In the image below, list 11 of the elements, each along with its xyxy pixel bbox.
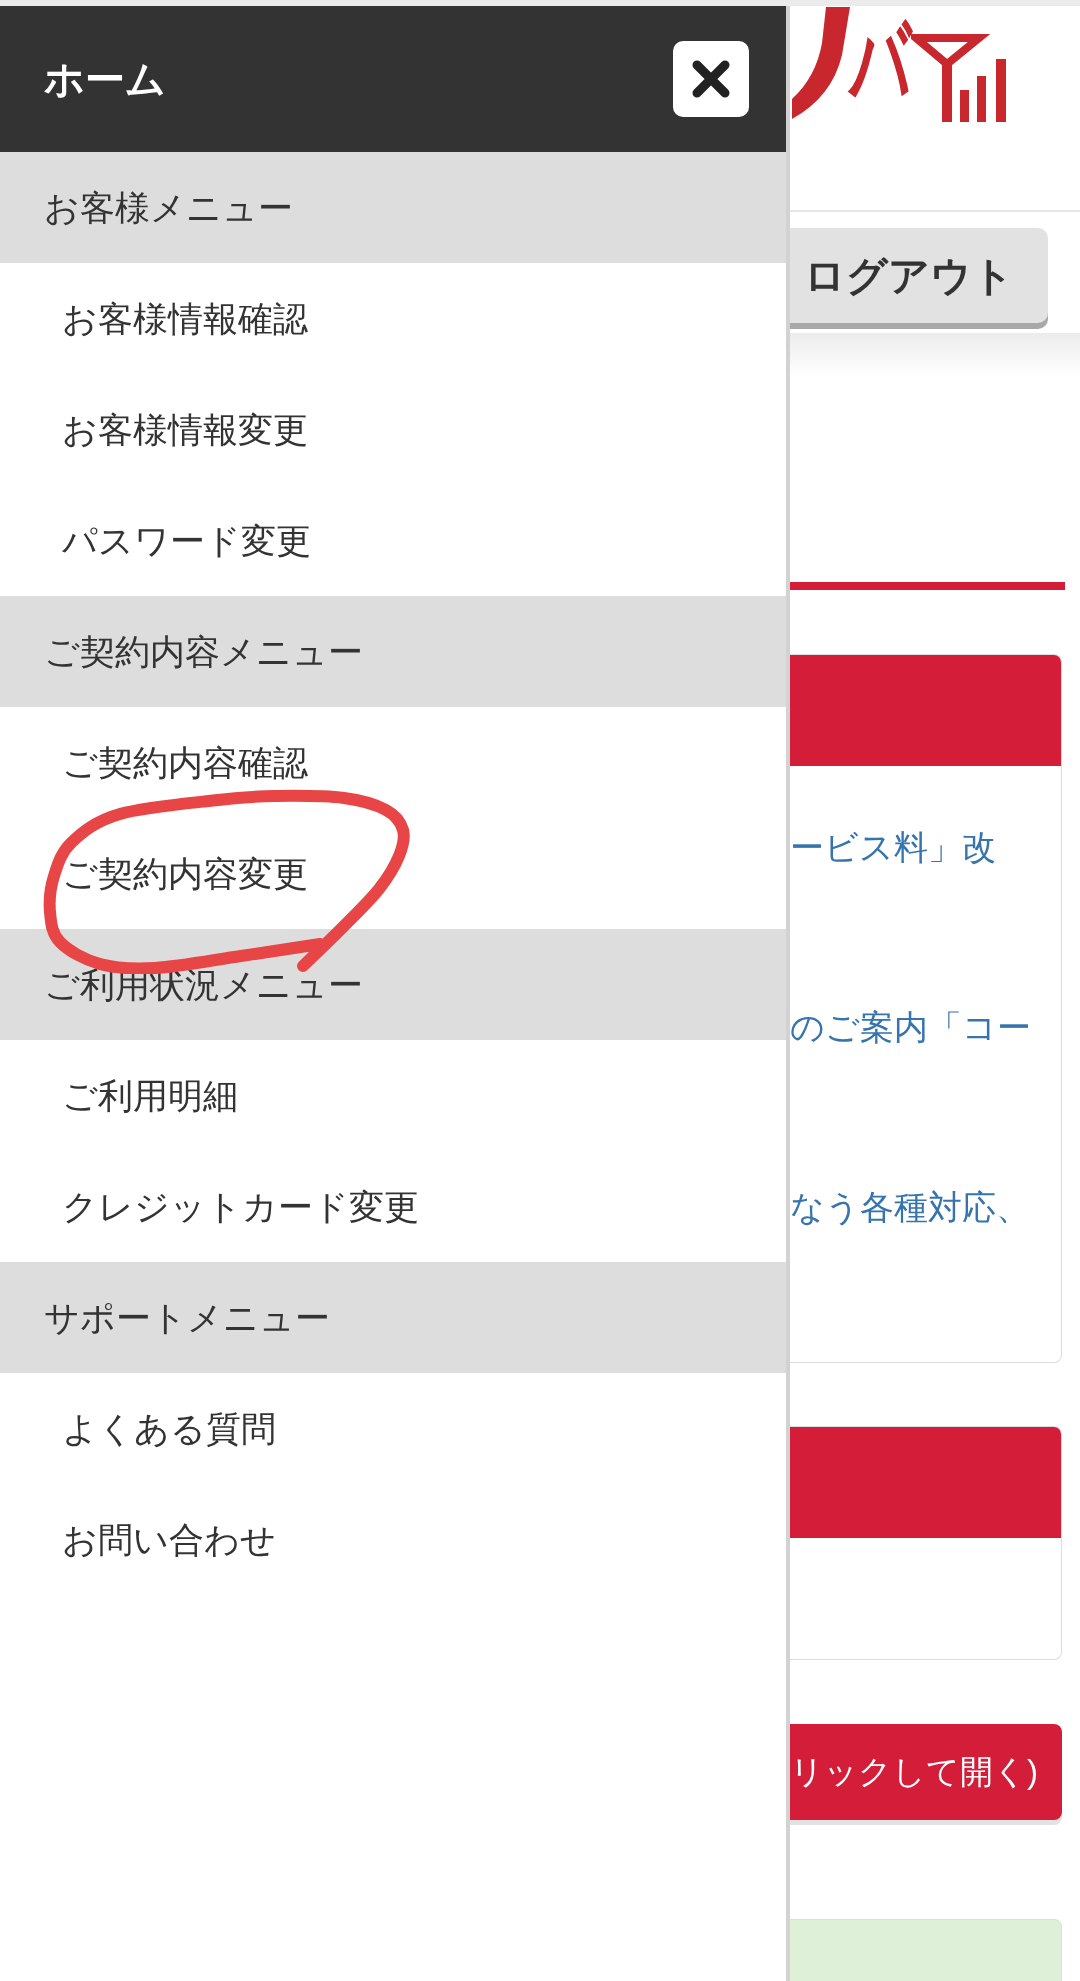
news-link[interactable]: のご案内「コー — [790, 1006, 1061, 1048]
menu-section-heading: ご契約内容メニュー — [0, 596, 786, 707]
close-icon — [691, 59, 731, 99]
logo-text: バ — [850, 9, 911, 115]
menu-section-heading: お客様メニュー — [0, 152, 786, 263]
close-button[interactable] — [673, 41, 749, 117]
news-link[interactable]: ービス料」改 — [790, 826, 1061, 868]
news-link[interactable]: なう各種対応、 — [790, 1186, 1061, 1228]
drawer-title: ホーム — [44, 56, 166, 103]
logo-stroke-icon — [792, 7, 850, 119]
menu-section-heading: サポートメニュー — [0, 1262, 786, 1373]
